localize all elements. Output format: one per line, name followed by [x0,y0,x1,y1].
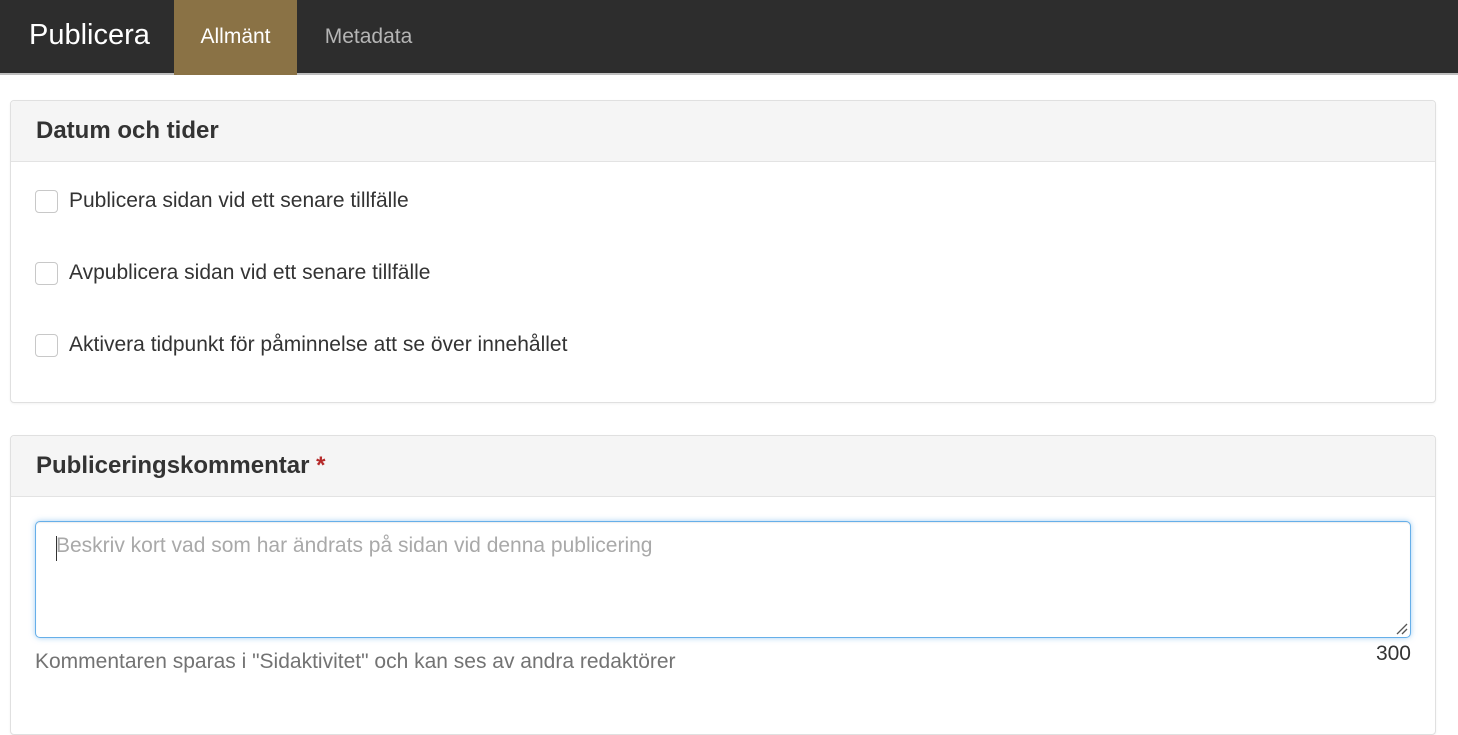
resize-handle-icon[interactable] [1394,621,1408,635]
publish-later-label: Publicera sidan vid ett senare tillfälle [69,189,409,212]
tab-allmant[interactable]: Allmänt [174,0,297,75]
unpublish-later-checkbox[interactable] [35,261,58,285]
publish-later-option[interactable]: Publicera sidan vid ett senare tillfälle [35,186,409,216]
unpublish-later-label: Avpublicera sidan vid ett senare tillfäl… [69,261,431,284]
publish-later-checkbox[interactable] [35,189,58,213]
comment-panel-title: Publiceringskommentar [36,452,310,479]
review-reminder-label: Aktivera tidpunkt för påminnelse att se … [69,333,568,356]
unpublish-later-option[interactable]: Avpublicera sidan vid ett senare tillfäl… [35,258,430,288]
top-bar: Publicera Allmänt Metadata [0,0,1458,75]
review-reminder-checkbox[interactable] [35,333,58,357]
review-reminder-option[interactable]: Aktivera tidpunkt för påminnelse att se … [35,330,567,360]
dates-panel: Datum och tider Publicera sidan vid ett … [10,100,1436,403]
dates-panel-heading: Datum och tider [11,101,1435,162]
required-marker: * [316,452,326,479]
comment-placeholder: Beskriv kort vad som har ändrats på sida… [56,534,653,557]
text-caret [56,536,57,561]
tab-metadata[interactable]: Metadata [297,0,440,75]
comment-panel: Publiceringskommentar * Beskriv kort vad… [10,435,1436,735]
comment-help-text: Kommentaren sparas i "Sidaktivitet" och … [35,650,676,673]
comment-panel-heading: Publiceringskommentar * [11,436,1435,497]
page-title: Publicera [29,19,150,51]
publish-comment-textarea[interactable]: Beskriv kort vad som har ändrats på sida… [35,521,1411,638]
remaining-char-count: 300 [1375,642,1411,665]
